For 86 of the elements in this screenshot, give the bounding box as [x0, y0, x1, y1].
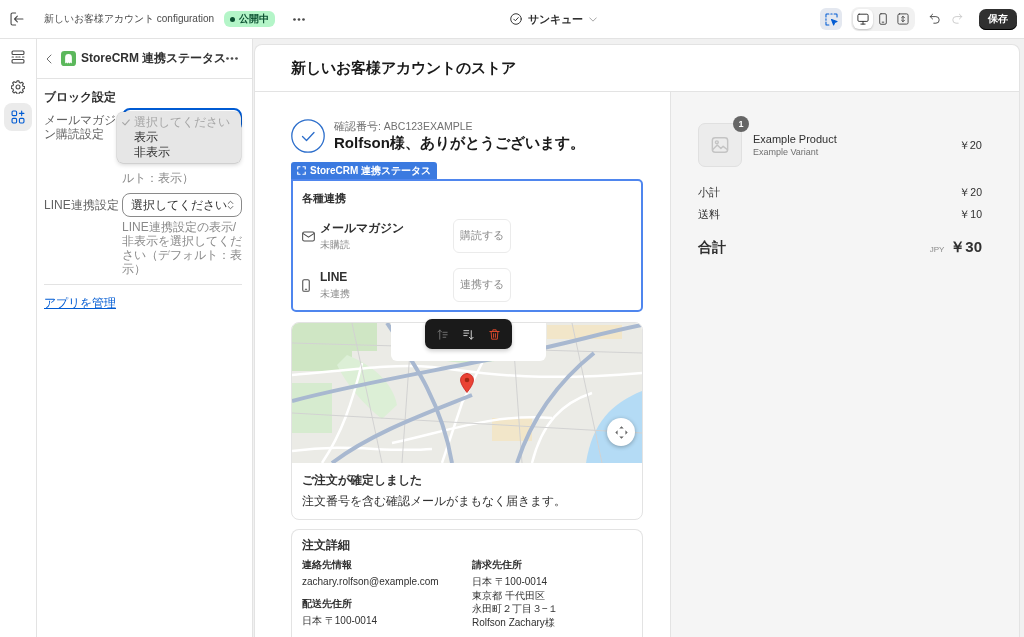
block-tag-label: StoreCRM 連携ステータス	[310, 163, 432, 178]
apps-button[interactable]	[4, 103, 32, 131]
undo-icon	[929, 13, 941, 25]
select-field[interactable]: 選択してください	[122, 193, 242, 217]
integration-status: 未購読	[320, 239, 351, 251]
help-text: ルト：表示）	[122, 171, 195, 185]
section-heading: 連絡先情報	[302, 558, 353, 571]
four-arrows-icon	[614, 425, 628, 439]
summary-label: 送料	[698, 207, 720, 221]
section-heading: 配送先住所	[302, 596, 353, 610]
chevron-up-down-icon	[227, 200, 234, 210]
mobile-phone-icon	[877, 13, 889, 25]
block-heading: 各種連携	[302, 191, 347, 205]
total-label: 合計	[698, 238, 726, 256]
confirmation-title: ご注文が確定しました	[302, 472, 423, 488]
more-actions-button[interactable]	[226, 57, 239, 60]
product-price: ￥20	[958, 137, 982, 153]
contact-email: zachary.rolfson@example.com	[302, 575, 440, 589]
chevron-left-icon	[46, 53, 52, 64]
inspector-button[interactable]	[820, 8, 842, 30]
more-icon	[293, 17, 306, 21]
confirmation-number: 確認番号: ABC123EXAMPLE	[334, 119, 474, 133]
chevron-down-icon	[589, 16, 597, 22]
product-variant: Example Variant	[753, 146, 820, 158]
address-line: Rolfson Zachary様	[472, 615, 556, 629]
action-button[interactable]: 購読する	[453, 219, 511, 253]
apps-grid-icon	[11, 110, 25, 124]
mail-icon	[302, 230, 315, 242]
confirmation-text: 注文番号を含む確認メールがまもなく届きます。	[302, 494, 567, 509]
summary-amount: ￥20	[959, 185, 982, 199]
selection-frame-icon	[297, 166, 306, 175]
template-selector[interactable]: サンキュー	[508, 7, 599, 31]
field-label: LINE連携設定	[44, 197, 120, 214]
exit-icon	[10, 12, 24, 26]
integration-name: メールマガジン	[320, 221, 405, 236]
page-title: 新しいお客様アカウント configuration	[44, 12, 215, 26]
address-line: 永田町２丁目３−１	[472, 602, 559, 616]
total-amount: ￥30	[950, 238, 982, 256]
help-text: LINE連携設定の表示/非表示を選択してください（デフォルト：表示）	[122, 220, 242, 276]
manage-apps-link[interactable]: アプリを管理	[44, 296, 116, 311]
order-details-title: 注文詳細	[302, 538, 351, 553]
dropdown-option[interactable]: 表示	[117, 130, 241, 145]
app-logo-icon	[61, 51, 76, 66]
summary-label: 小計	[698, 185, 720, 199]
map-pin-icon	[460, 373, 474, 393]
address-line: 日本 〒100-0014	[302, 613, 379, 627]
block-name: StoreCRM 連携ステータス	[81, 50, 227, 67]
check-circle-icon	[510, 13, 522, 25]
currency-code: JPY	[929, 244, 945, 256]
more-icon	[226, 57, 239, 60]
dropdown-option[interactable]: 非表示	[117, 145, 241, 160]
thank-you-heading: Rolfson様、ありがとうございます。	[334, 133, 585, 153]
store-name: 新しいお客様アカウントのストア	[291, 58, 516, 78]
integration-name: LINE	[320, 270, 349, 285]
layout-rows-icon	[11, 50, 25, 64]
action-button[interactable]: 連携する	[453, 268, 511, 302]
integration-status: 未連携	[320, 288, 351, 300]
field-label: メールマガジン購読設定	[44, 112, 117, 143]
back-button[interactable]	[46, 53, 52, 64]
redo-icon	[951, 13, 963, 25]
checkmark-icon	[122, 119, 130, 126]
exit-button[interactable]	[10, 12, 24, 26]
check-circle-icon	[291, 119, 325, 153]
summary-amount: ￥10	[959, 207, 982, 221]
move-up-icon	[437, 328, 449, 340]
quantity-badge: 1	[733, 116, 749, 132]
status-label: 公開中	[239, 12, 270, 26]
section-heading: 請求先住所	[472, 558, 523, 571]
section-title: ブロック設定	[44, 90, 117, 105]
app-block[interactable]: 各種連携 メールマガジン 未購読 購読する LINE 未連携 連携する	[291, 179, 643, 312]
address-line: 日本 〒100-0014	[472, 575, 549, 589]
phone-icon	[302, 278, 310, 292]
settings-icon	[11, 80, 25, 94]
image-icon	[711, 136, 729, 154]
trash-icon	[488, 328, 500, 340]
product-name: Example Product	[753, 132, 838, 146]
save-button[interactable]: 保存	[979, 8, 1017, 30]
more-actions-button[interactable]	[293, 17, 306, 21]
full-width-icon	[897, 13, 909, 25]
undo-button[interactable]	[927, 11, 943, 27]
address-line: 東京都 千代田区	[472, 588, 546, 602]
move-down-icon	[463, 328, 474, 340]
desktop-view-button[interactable]	[853, 9, 873, 29]
status-dot-icon	[230, 16, 236, 22]
desktop-icon	[857, 13, 869, 25]
cursor-selection-icon	[824, 12, 838, 26]
